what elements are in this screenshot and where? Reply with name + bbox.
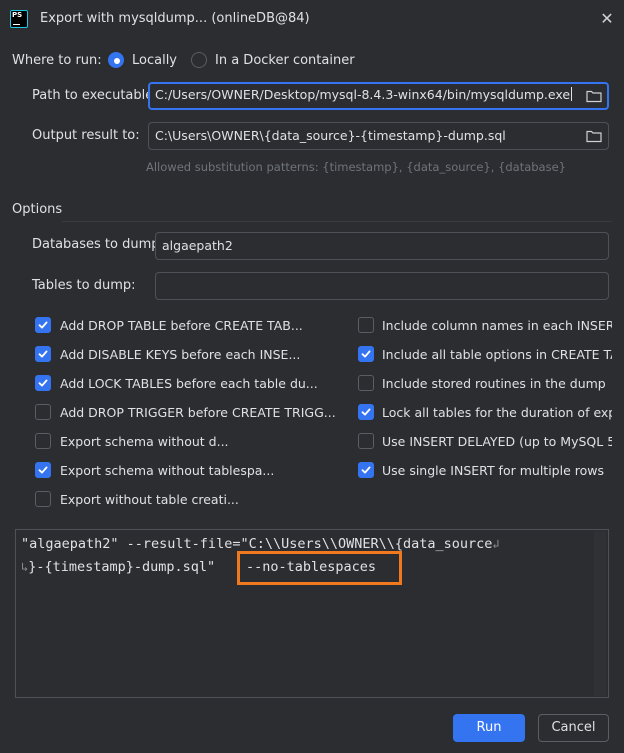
checkbox-lock-all-tables-label[interactable]: Lock all tables for the duration of expo…	[382, 405, 612, 420]
radio-locally-label[interactable]: Locally	[132, 53, 177, 68]
checkbox-use-insert-delayed-label[interactable]: Use INSERT DELAYED (up to MySQL 5.5)	[382, 434, 612, 449]
checkbox-add-drop-table[interactable]	[35, 317, 51, 333]
checkbox-include-stored-routines-label[interactable]: Include stored routines in the dump	[382, 376, 612, 391]
options-separator	[62, 221, 612, 222]
checkbox-add-disable-keys-label[interactable]: Add DISABLE KEYS before each INSE...	[60, 347, 345, 362]
checkbox-add-lock-tables-label[interactable]: Add LOCK TABLES before each table du...	[60, 376, 345, 391]
checkbox-include-column-names-label[interactable]: Include column names in each INSERT	[382, 318, 612, 333]
radio-locally[interactable]	[108, 52, 124, 68]
tables-label: Tables to dump:	[32, 278, 136, 293]
app-icon-text: PS	[12, 11, 23, 19]
path-to-executable-label: Path to executable:	[32, 88, 158, 103]
soft-wrap-icon: ↲	[492, 537, 500, 551]
checkbox-include-table-options[interactable]	[358, 346, 374, 362]
options-section-title: Options	[12, 202, 63, 217]
databases-value: algaepath2	[162, 238, 233, 253]
close-icon[interactable]: ✕	[596, 8, 618, 30]
checkbox-export-schema-without-tablespaces-label[interactable]: Export schema without tablespa...	[60, 463, 345, 478]
checkbox-lock-all-tables[interactable]	[358, 404, 374, 420]
checkbox-export-schema-without-data-label[interactable]: Export schema without d...	[60, 434, 345, 449]
checkbox-export-without-table-creation-label[interactable]: Export without table creati...	[60, 492, 345, 507]
checkbox-use-single-insert[interactable]	[358, 462, 374, 478]
command-highlighted-flag: --no-tablespaces	[246, 559, 377, 575]
checkbox-export-schema-without-tablespaces[interactable]	[35, 462, 51, 478]
title-bar: PS Export with mysqldump... (onlineDB@84…	[0, 0, 624, 38]
output-result-label: Output result to:	[32, 128, 140, 143]
command-line-2-text: }-{timestamp}-dump.sql"	[28, 559, 216, 575]
command-line-1-text: "algaepath2" --result-file="C:\\Users\\O…	[21, 536, 493, 552]
checkbox-include-stored-routines[interactable]	[358, 375, 374, 391]
output-result-value: C:\Users\OWNER\{data_source}-{timestamp}…	[155, 128, 506, 143]
substitution-hint: Allowed substitution patterns: {timestam…	[146, 160, 566, 174]
checkbox-export-without-table-creation[interactable]	[35, 491, 51, 507]
databases-label: Databases to dump:	[32, 237, 164, 252]
radio-docker[interactable]	[191, 52, 207, 68]
command-line-2: ↳}-{timestamp}-dump.sql"	[21, 559, 215, 575]
checkbox-include-column-names[interactable]	[358, 317, 374, 333]
checkbox-use-single-insert-label[interactable]: Use single INSERT for multiple rows	[382, 463, 612, 478]
checkbox-export-schema-without-data[interactable]	[35, 433, 51, 449]
checkbox-add-drop-trigger[interactable]	[35, 404, 51, 420]
path-to-executable-value: C:/Users/OWNER/Desktop/mysql-8.4.3-winx6…	[155, 87, 571, 102]
command-line-1: "algaepath2" --result-file="C:\\Users\\O…	[21, 536, 500, 552]
folder-icon[interactable]	[585, 87, 603, 105]
checkbox-add-disable-keys[interactable]	[35, 346, 51, 362]
folder-icon[interactable]	[585, 127, 603, 145]
checkbox-use-insert-delayed[interactable]	[358, 433, 374, 449]
path-to-executable-field[interactable]: C:/Users/OWNER/Desktop/mysql-8.4.3-winx6…	[148, 82, 609, 110]
checkbox-add-drop-trigger-label[interactable]: Add DROP TRIGGER before CREATE TRIGG...	[60, 405, 345, 420]
run-button[interactable]: Run	[453, 714, 525, 742]
window-title: Export with mysqldump... (onlineDB@84)	[40, 11, 310, 26]
pycharm-icon: PS	[10, 10, 28, 28]
checkbox-add-drop-table-label[interactable]: Add DROP TABLE before CREATE TAB...	[60, 318, 345, 333]
checkbox-include-table-options-label[interactable]: Include all table options in CREATE TABL…	[382, 347, 612, 362]
checkbox-add-lock-tables[interactable]	[35, 375, 51, 391]
output-result-field[interactable]: C:\Users\OWNER\{data_source}-{timestamp}…	[148, 122, 609, 150]
databases-field[interactable]: algaepath2	[155, 232, 609, 260]
cancel-button[interactable]: Cancel	[538, 714, 609, 742]
tables-field[interactable]	[155, 272, 609, 300]
command-scrollbar[interactable]	[594, 531, 606, 696]
where-to-run-label: Where to run:	[12, 53, 102, 68]
radio-docker-label[interactable]: In a Docker container	[215, 53, 355, 68]
